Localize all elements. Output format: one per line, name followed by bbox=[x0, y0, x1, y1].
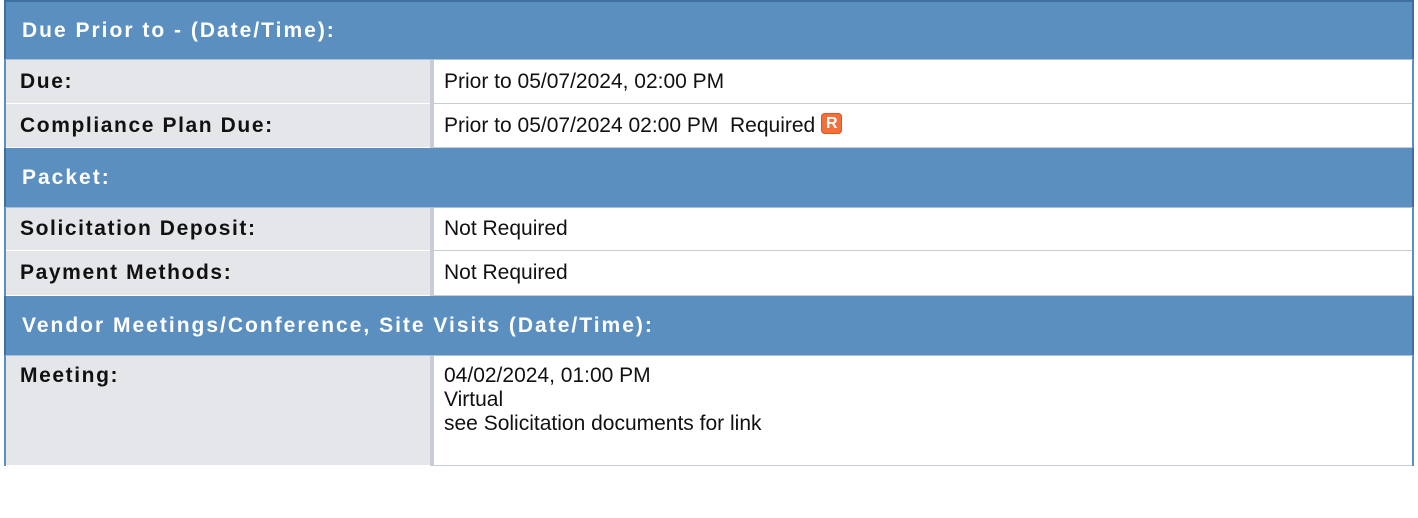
label-compliance-plan-due: Compliance Plan Due: bbox=[6, 104, 430, 148]
row-solicitation-deposit: Solicitation Deposit: Not Required bbox=[4, 208, 1414, 251]
meeting-link-note: see Solicitation documents for link bbox=[444, 412, 762, 435]
row-due: Due: Prior to 05/07/2024, 02:00 PM bbox=[4, 60, 1414, 104]
label-solicitation-deposit: Solicitation Deposit: bbox=[6, 208, 430, 251]
label-meeting: Meeting: bbox=[6, 356, 430, 466]
label-payment-methods: Payment Methods: bbox=[6, 251, 430, 296]
row-payment-methods: Payment Methods: Not Required bbox=[4, 251, 1414, 296]
required-text: Required bbox=[730, 113, 816, 137]
value-due: Prior to 05/07/2024, 02:00 PM bbox=[430, 60, 1412, 104]
required-r-icon: R bbox=[821, 113, 843, 134]
value-meeting: 04/02/2024, 01:00 PM Virtual see Solicit… bbox=[430, 356, 1412, 466]
meeting-datetime: 04/02/2024, 01:00 PM bbox=[444, 364, 651, 387]
solicitation-details-table: Due Prior to - (Date/Time): Due: Prior t… bbox=[4, 0, 1414, 466]
value-spacer bbox=[718, 114, 730, 138]
value-compliance-plan-due-cell: Prior to 05/07/2024 02:00 PM Required R bbox=[430, 104, 1412, 148]
value-payment-methods: Not Required bbox=[430, 251, 1412, 296]
section-header-packet: Packet: bbox=[4, 148, 1414, 208]
value-solicitation-deposit: Not Required bbox=[430, 208, 1412, 251]
label-due: Due: bbox=[6, 60, 430, 104]
row-meeting: Meeting: 04/02/2024, 01:00 PM Virtual se… bbox=[4, 356, 1414, 466]
row-compliance-plan-due: Compliance Plan Due: Prior to 05/07/2024… bbox=[4, 104, 1414, 148]
value-compliance-plan-due: Prior to 05/07/2024 02:00 PM bbox=[444, 113, 719, 137]
section-header-meetings: Vendor Meetings/Conference, Site Visits … bbox=[4, 296, 1414, 356]
meeting-type: Virtual bbox=[444, 388, 504, 411]
section-header-due: Due Prior to - (Date/Time): bbox=[4, 0, 1414, 60]
